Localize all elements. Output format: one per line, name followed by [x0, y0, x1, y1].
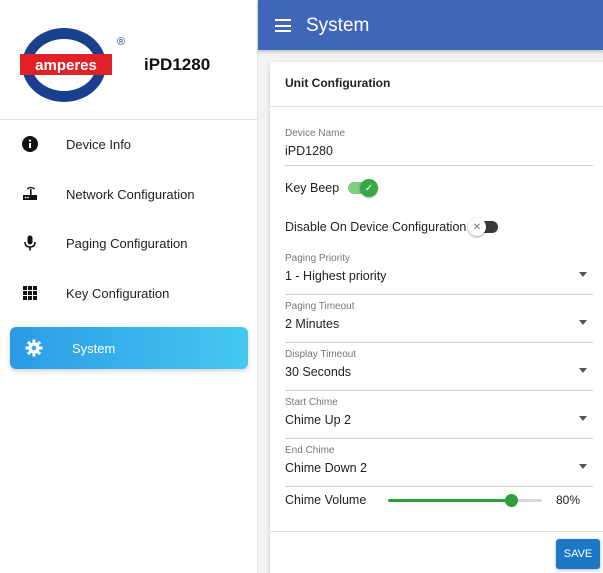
- device-name-label: Device Name: [285, 128, 346, 139]
- chevron-down-icon[interactable]: [579, 368, 587, 373]
- start-chime-select[interactable]: Start Chime Chime Up 2: [285, 397, 593, 439]
- sidebar-item-label: Network Configuration: [66, 186, 195, 202]
- display-timeout-label: Display Timeout: [285, 349, 357, 360]
- x-icon: ✕: [468, 218, 486, 236]
- display-timeout-select[interactable]: Display Timeout 30 Seconds: [285, 349, 593, 391]
- display-timeout-value: 30 Seconds: [285, 365, 352, 379]
- sidebar-item-system[interactable]: System: [10, 327, 248, 369]
- slider-thumb[interactable]: [505, 494, 519, 507]
- info-icon: [20, 134, 40, 154]
- paging-timeout-label: Paging Timeout: [285, 301, 355, 312]
- grid-icon: [20, 283, 40, 303]
- page-title: System: [306, 15, 370, 36]
- divider: [270, 106, 603, 107]
- hamburger-menu-icon[interactable]: [275, 19, 291, 32]
- unit-configuration-card: Unit Configuration Device Name iPD1280 K…: [270, 62, 603, 573]
- start-chime-value: Chime Up 2: [285, 413, 351, 427]
- end-chime-value: Chime Down 2: [285, 461, 367, 475]
- chevron-down-icon[interactable]: [579, 464, 587, 469]
- logo-area: amperes ® iPD1280: [0, 0, 258, 120]
- sidebar-item-device-info[interactable]: Device Info: [0, 121, 258, 167]
- chevron-down-icon[interactable]: [579, 320, 587, 325]
- sidebar-item-paging-configuration[interactable]: Paging Configuration: [0, 220, 258, 266]
- disable-config-toggle[interactable]: ✕: [468, 218, 498, 236]
- paging-timeout-value: 2 Minutes: [285, 317, 340, 331]
- start-chime-label: Start Chime: [285, 397, 338, 408]
- top-app-bar: System: [258, 0, 603, 50]
- device-name-field[interactable]: Device Name iPD1280: [285, 128, 593, 166]
- gear-icon: [24, 338, 44, 358]
- paging-priority-label: Paging Priority: [285, 253, 351, 264]
- paging-priority-value: 1 - Highest priority: [285, 269, 387, 283]
- router-icon: [20, 184, 40, 204]
- chime-volume-slider[interactable]: [388, 494, 542, 507]
- logo-text: amperes: [35, 57, 97, 74]
- sidebar-item-network-configuration[interactable]: Network Configuration: [0, 171, 258, 217]
- registered-mark: ®: [117, 36, 125, 48]
- device-name-value[interactable]: iPD1280: [285, 144, 593, 158]
- check-icon: ✓: [360, 179, 378, 197]
- divider: [270, 531, 603, 532]
- key-beep-toggle[interactable]: ✓: [348, 179, 378, 197]
- slider-fill: [388, 499, 512, 502]
- key-beep-label: Key Beep: [285, 181, 340, 195]
- device-title: iPD1280: [144, 55, 211, 74]
- sidebar-item-label: Paging Configuration: [66, 235, 188, 251]
- microphone-icon: [20, 233, 40, 253]
- amperes-logo: amperes ®: [20, 28, 125, 102]
- chevron-down-icon[interactable]: [579, 416, 587, 421]
- disable-config-label: Disable On Device Configuration: [285, 220, 467, 234]
- chime-volume-value: 80%: [556, 493, 581, 507]
- end-chime-label: End Chime: [285, 445, 335, 456]
- sidebar-item-label: System: [72, 340, 116, 356]
- chevron-down-icon[interactable]: [579, 272, 587, 277]
- sidebar-item-key-configuration[interactable]: Key Configuration: [0, 270, 258, 316]
- sidebar-item-label: Key Configuration: [66, 285, 170, 301]
- card-title: Unit Configuration: [285, 76, 391, 90]
- paging-priority-select[interactable]: Paging Priority 1 - Highest priority: [285, 253, 593, 295]
- paging-timeout-select[interactable]: Paging Timeout 2 Minutes: [285, 301, 593, 343]
- save-button[interactable]: SAVE: [556, 539, 600, 569]
- sidebar-item-label: Device Info: [66, 136, 132, 152]
- sidebar: amperes ® iPD1280 Device Info Network Co…: [0, 0, 258, 573]
- chime-volume-label: Chime Volume: [285, 493, 367, 507]
- end-chime-select[interactable]: End Chime Chime Down 2: [285, 445, 593, 487]
